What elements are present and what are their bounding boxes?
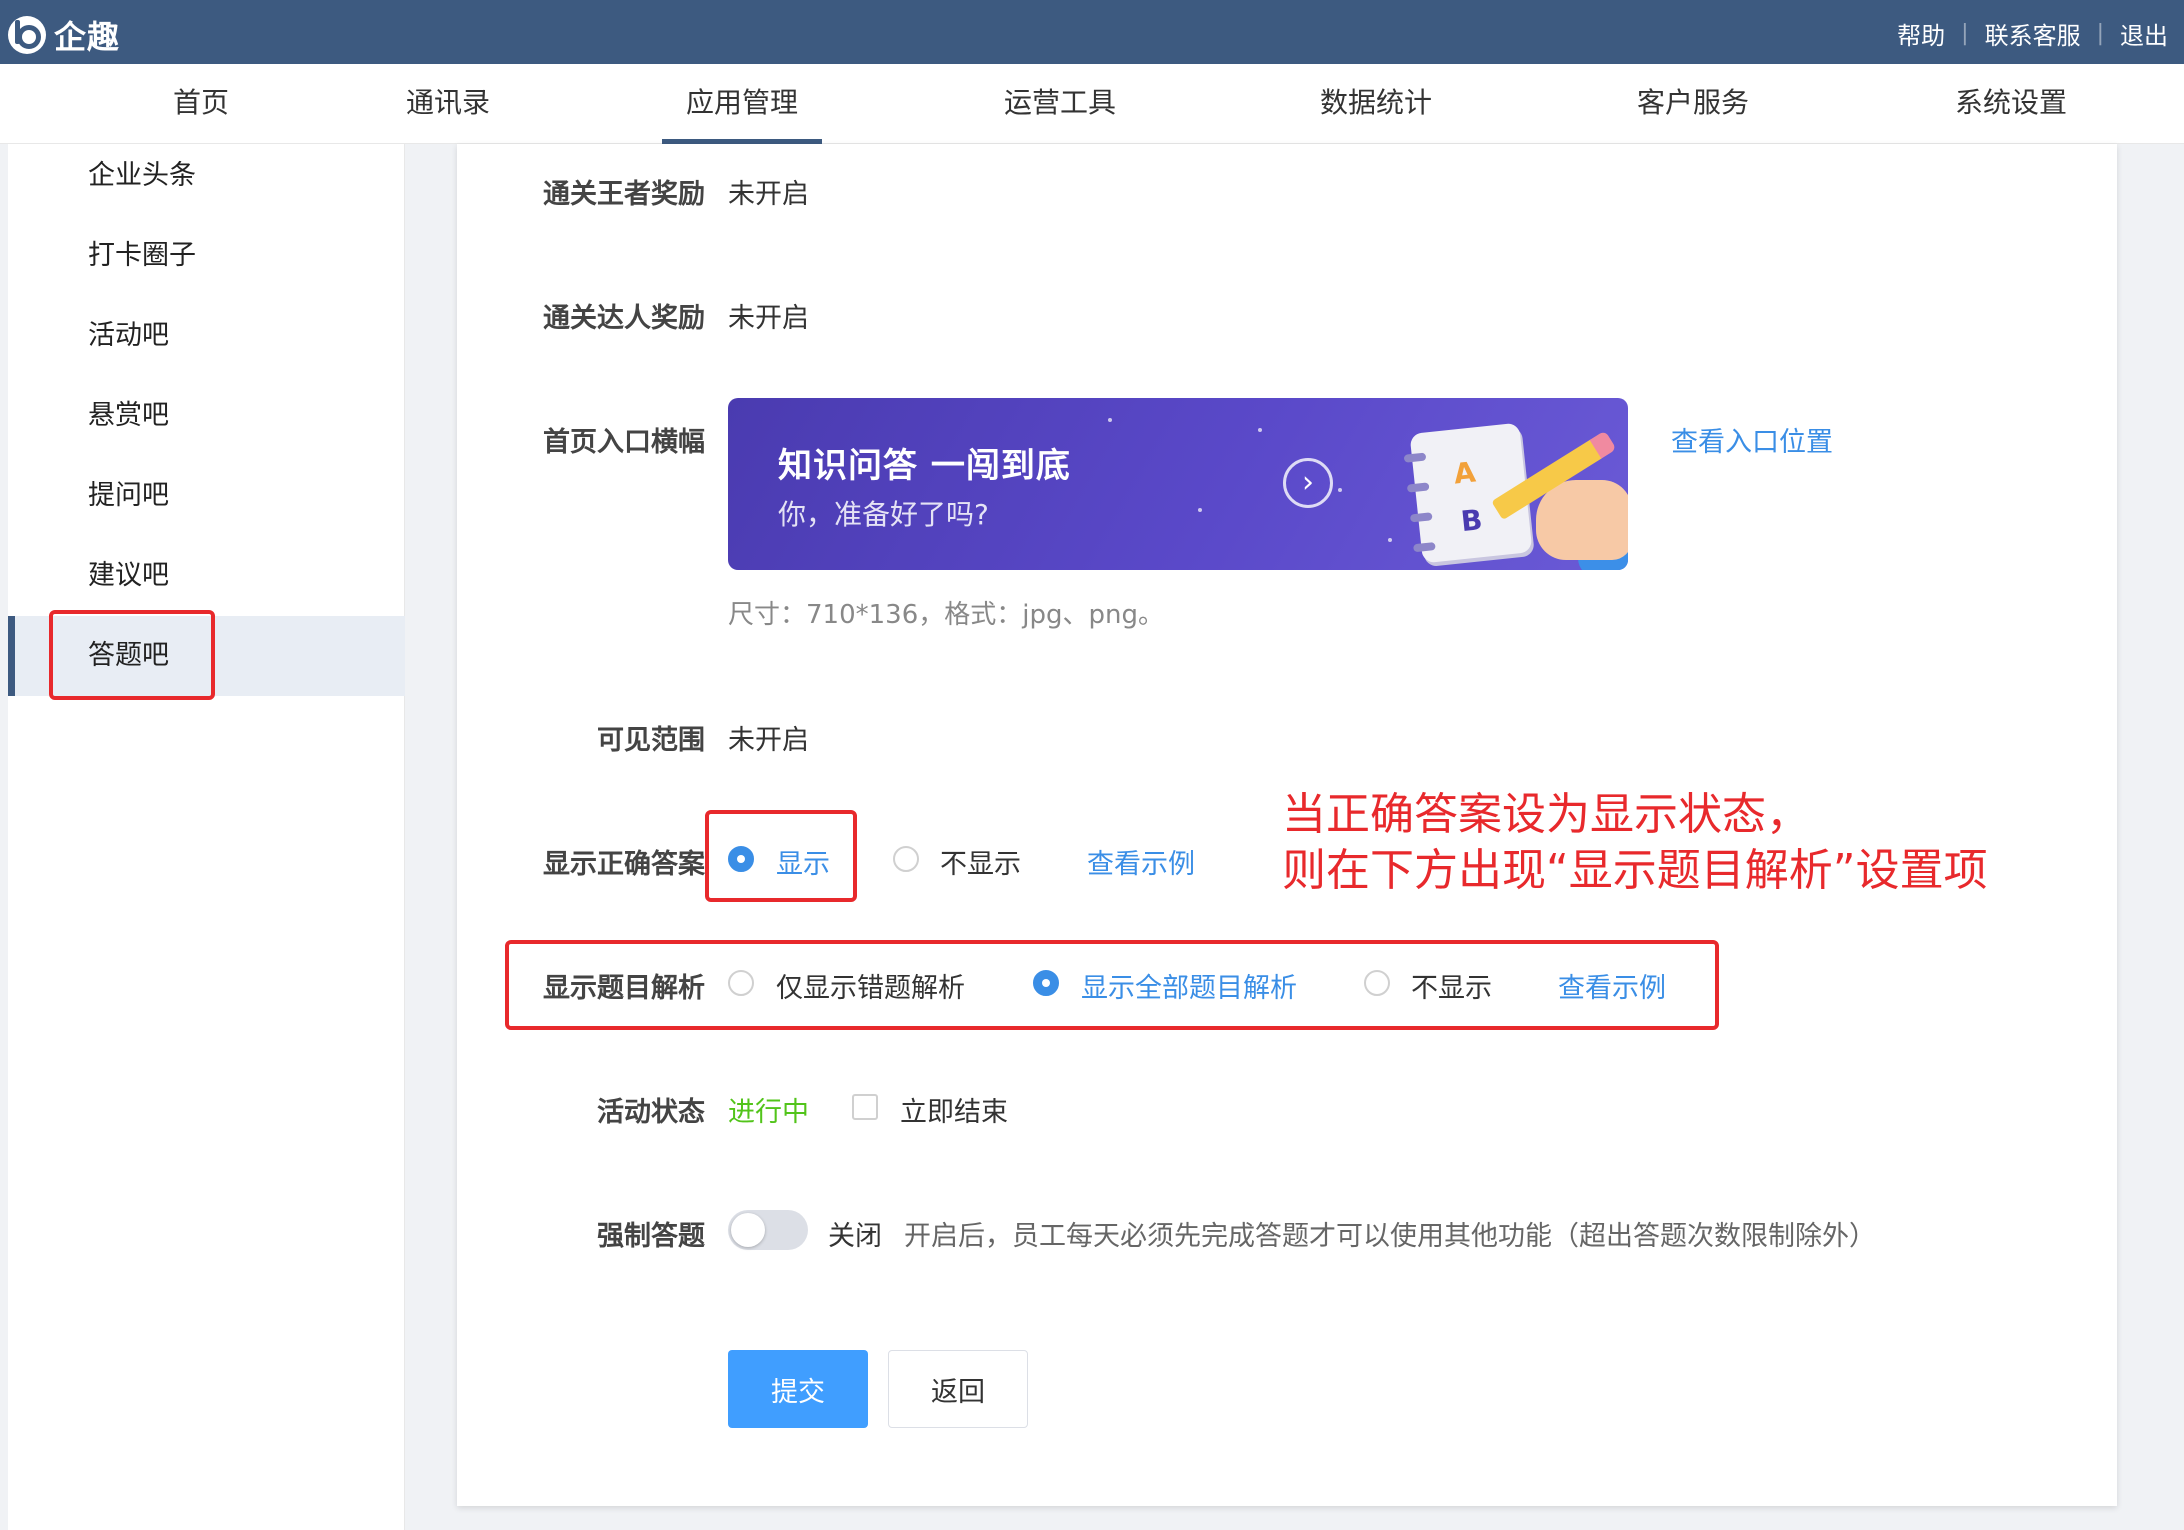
activity-status-label: 活动状态 (597, 1097, 705, 1128)
sidebar-item-activity[interactable]: 活动吧 (8, 296, 405, 376)
nav-item-customer-service[interactable]: 客户服务 (1637, 64, 1749, 144)
highlight-box-sidebar-quiz (49, 610, 215, 700)
show-answer-radio-hide[interactable] (893, 846, 919, 872)
force-answer-state: 关闭 (828, 1221, 882, 1252)
help-link[interactable]: 帮助 (1897, 16, 1945, 51)
end-now-label[interactable]: 立即结束 (900, 1090, 1008, 1129)
sidebar-item-headlines[interactable]: 企业头条 (8, 136, 405, 216)
banner-subtitle: 你，准备好了吗? (778, 498, 989, 531)
activity-status-value: 进行中 (728, 1097, 809, 1128)
top-header: 企趣 帮助 | 联系客服 | 退出 (0, 0, 2184, 64)
nav-item-system-settings[interactable]: 系统设置 (1955, 64, 2067, 144)
annotation-line-2: 则在下方出现“显示题目解析”设置项 (1282, 845, 1988, 896)
force-answer-label: 强制答题 (597, 1221, 705, 1252)
king-reward-value: 未开启 (728, 179, 809, 210)
highlight-box-show-answer (705, 810, 857, 902)
divider: | (1961, 21, 1969, 46)
expert-reward-value: 未开启 (728, 303, 809, 334)
letter-b: B (1459, 503, 1484, 539)
book-ring (1409, 512, 1433, 523)
home-banner-image[interactable]: 知识问答 一闯到底 你，准备好了吗? › A B (728, 398, 1628, 570)
star-dot (1198, 508, 1202, 512)
book-ring (1406, 482, 1430, 493)
nav-item-app-management[interactable]: 应用管理 (661, 64, 823, 144)
contact-support-link[interactable]: 联系客服 (1985, 16, 2081, 51)
sidebar-item-checkin-circle[interactable]: 打卡圈子 (8, 216, 405, 296)
top-links: 帮助 | 联系客服 | 退出 (1897, 16, 2168, 51)
visibility-label: 可见范围 (597, 725, 705, 756)
book-ring (1403, 452, 1427, 463)
expert-reward-label: 通关达人奖励 (543, 303, 705, 334)
view-entry-position-link[interactable]: 查看入口位置 (1671, 420, 1833, 459)
star-dot (1388, 538, 1392, 542)
annotation-text: 当正确答案设为显示状态， 则在下方出现“显示题目解析”设置项 (1282, 787, 1988, 899)
end-now-checkbox[interactable] (852, 1094, 878, 1120)
king-reward-label: 通关王者奖励 (543, 179, 705, 210)
visibility-value: 未开启 (728, 725, 809, 756)
annotation-line-1: 当正确答案设为显示状态， (1282, 789, 1810, 840)
show-answer-label: 显示正确答案 (543, 849, 705, 880)
show-answer-option-hide[interactable]: 不显示 (940, 842, 1021, 881)
main-nav: 首页 通讯录 应用管理 运营工具 数据统计 客户服务 系统设置 (0, 64, 2184, 144)
logout-link[interactable]: 退出 (2120, 16, 2168, 51)
highlight-box-show-analysis (505, 940, 1719, 1030)
sidebar-item-questions[interactable]: 提问吧 (8, 456, 405, 536)
letter-a: A (1452, 455, 1478, 491)
nav-item-home[interactable]: 首页 (173, 64, 229, 144)
sidebar-item-bounty[interactable]: 悬赏吧 (8, 376, 405, 456)
show-answer-example-link[interactable]: 查看示例 (1087, 842, 1195, 881)
hand-icon (1536, 480, 1628, 560)
nav-item-data-statistics[interactable]: 数据统计 (1320, 64, 1432, 144)
star-dot (1258, 428, 1262, 432)
logo-icon (8, 16, 46, 54)
force-answer-description: 开启后，员工每天必须先完成答题才可以使用其他功能（超出答题次数限制除外） (904, 1221, 1876, 1252)
nav-item-contacts[interactable]: 通讯录 (406, 64, 490, 144)
app-logo[interactable]: 企趣 (8, 12, 120, 58)
sidebar-item-suggestions[interactable]: 建议吧 (8, 536, 405, 616)
back-button[interactable]: 返回 (888, 1350, 1028, 1428)
star-dot (1338, 488, 1342, 492)
home-banner-label: 首页入口横幅 (543, 427, 705, 458)
chevron-right-icon: › (1283, 458, 1333, 508)
book-ring (1413, 542, 1436, 553)
logo-text: 企趣 (54, 18, 121, 56)
divider: | (2096, 21, 2104, 46)
nav-item-operation-tools[interactable]: 运营工具 (1004, 64, 1116, 144)
sidebar: 企业头条 打卡圈子 活动吧 悬赏吧 提问吧 建议吧 答题吧 (8, 144, 405, 1530)
submit-button[interactable]: 提交 (728, 1350, 868, 1428)
star-dot (1108, 418, 1112, 422)
banner-title: 知识问答 一闯到底 (778, 446, 1071, 486)
banner-size-hint: 尺寸：710*136，格式：jpg、png。 (728, 600, 1164, 630)
force-answer-switch[interactable] (728, 1210, 808, 1250)
